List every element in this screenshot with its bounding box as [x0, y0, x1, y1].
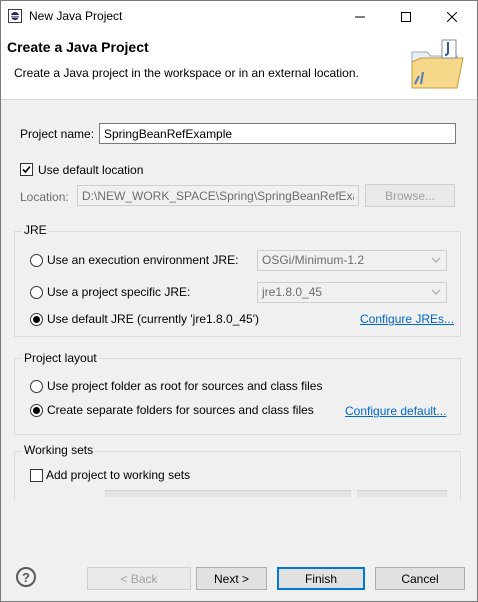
cancel-button[interactable]: Cancel [375, 567, 465, 590]
close-button[interactable] [429, 1, 475, 32]
close-icon [447, 11, 457, 22]
layout-separate-label: Create separate folders for sources and … [47, 403, 314, 417]
project-layout-group-title: Project layout [22, 351, 99, 365]
working-sets-button-fragment [357, 490, 447, 497]
maximize-icon [401, 11, 411, 22]
browse-button: Browse... [365, 184, 455, 207]
add-to-working-sets-label: Add project to working sets [46, 468, 191, 482]
layout-separate-radio[interactable] [30, 404, 43, 417]
chevron-down-icon [431, 257, 441, 263]
location-label: Location: [20, 190, 69, 204]
configure-default-link[interactable]: Configure default... [345, 404, 446, 418]
layout-root-radio[interactable] [30, 380, 43, 393]
eclipse-icon [8, 9, 22, 23]
project-name-input[interactable] [99, 123, 456, 144]
project-layout-group [14, 358, 461, 435]
minimize-button[interactable] [337, 1, 383, 32]
jre-env-select-value: OSGi/Minimum-1.2 [262, 253, 365, 267]
jre-env-label: Use an execution environment JRE: [47, 253, 239, 267]
checkmark-icon [22, 165, 31, 174]
use-default-location-checkbox[interactable] [20, 163, 33, 176]
back-button: < Back [87, 567, 191, 590]
jre-specific-select: jre1.8.0_45 [257, 282, 447, 303]
java-project-folder-icon [411, 39, 464, 89]
page-title: Create a Java Project [7, 39, 149, 55]
add-to-working-sets-checkbox[interactable] [30, 469, 43, 482]
chevron-down-icon [431, 289, 441, 295]
jre-env-select: OSGi/Minimum-1.2 [257, 250, 447, 271]
use-default-location-label: Use default location [38, 163, 144, 177]
working-sets-group-title: Working sets [22, 443, 96, 457]
jre-default-radio[interactable] [30, 313, 43, 326]
location-input [77, 185, 359, 206]
next-button[interactable]: Next > [196, 567, 267, 590]
jre-group-title: JRE [22, 223, 49, 237]
jre-default-label: Use default JRE (currently 'jre1.8.0_45'… [47, 312, 260, 326]
configure-jres-link[interactable]: Configure JREs... [360, 312, 454, 326]
jre-specific-select-value: jre1.8.0_45 [262, 285, 323, 299]
title-bar: New Java Project [1, 1, 477, 32]
page-description: Create a Java project in the workspace o… [14, 66, 359, 80]
jre-specific-label: Use a project specific JRE: [47, 285, 191, 299]
project-name-label: Project name: [20, 127, 95, 141]
finish-button[interactable]: Finish [277, 567, 365, 590]
window-title: New Java Project [29, 9, 123, 23]
layout-root-label: Use project folder as root for sources a… [47, 379, 323, 393]
working-sets-combo-fragment [105, 490, 351, 497]
jre-specific-radio[interactable] [30, 286, 43, 299]
minimize-icon [355, 16, 365, 17]
help-icon[interactable]: ? [16, 567, 36, 587]
wizard-header: Create a Java Project Create a Java proj… [1, 32, 477, 100]
maximize-button[interactable] [383, 1, 429, 32]
dialog-window: New Java Project Create a Java Project C… [0, 0, 478, 602]
jre-env-radio[interactable] [30, 254, 43, 267]
